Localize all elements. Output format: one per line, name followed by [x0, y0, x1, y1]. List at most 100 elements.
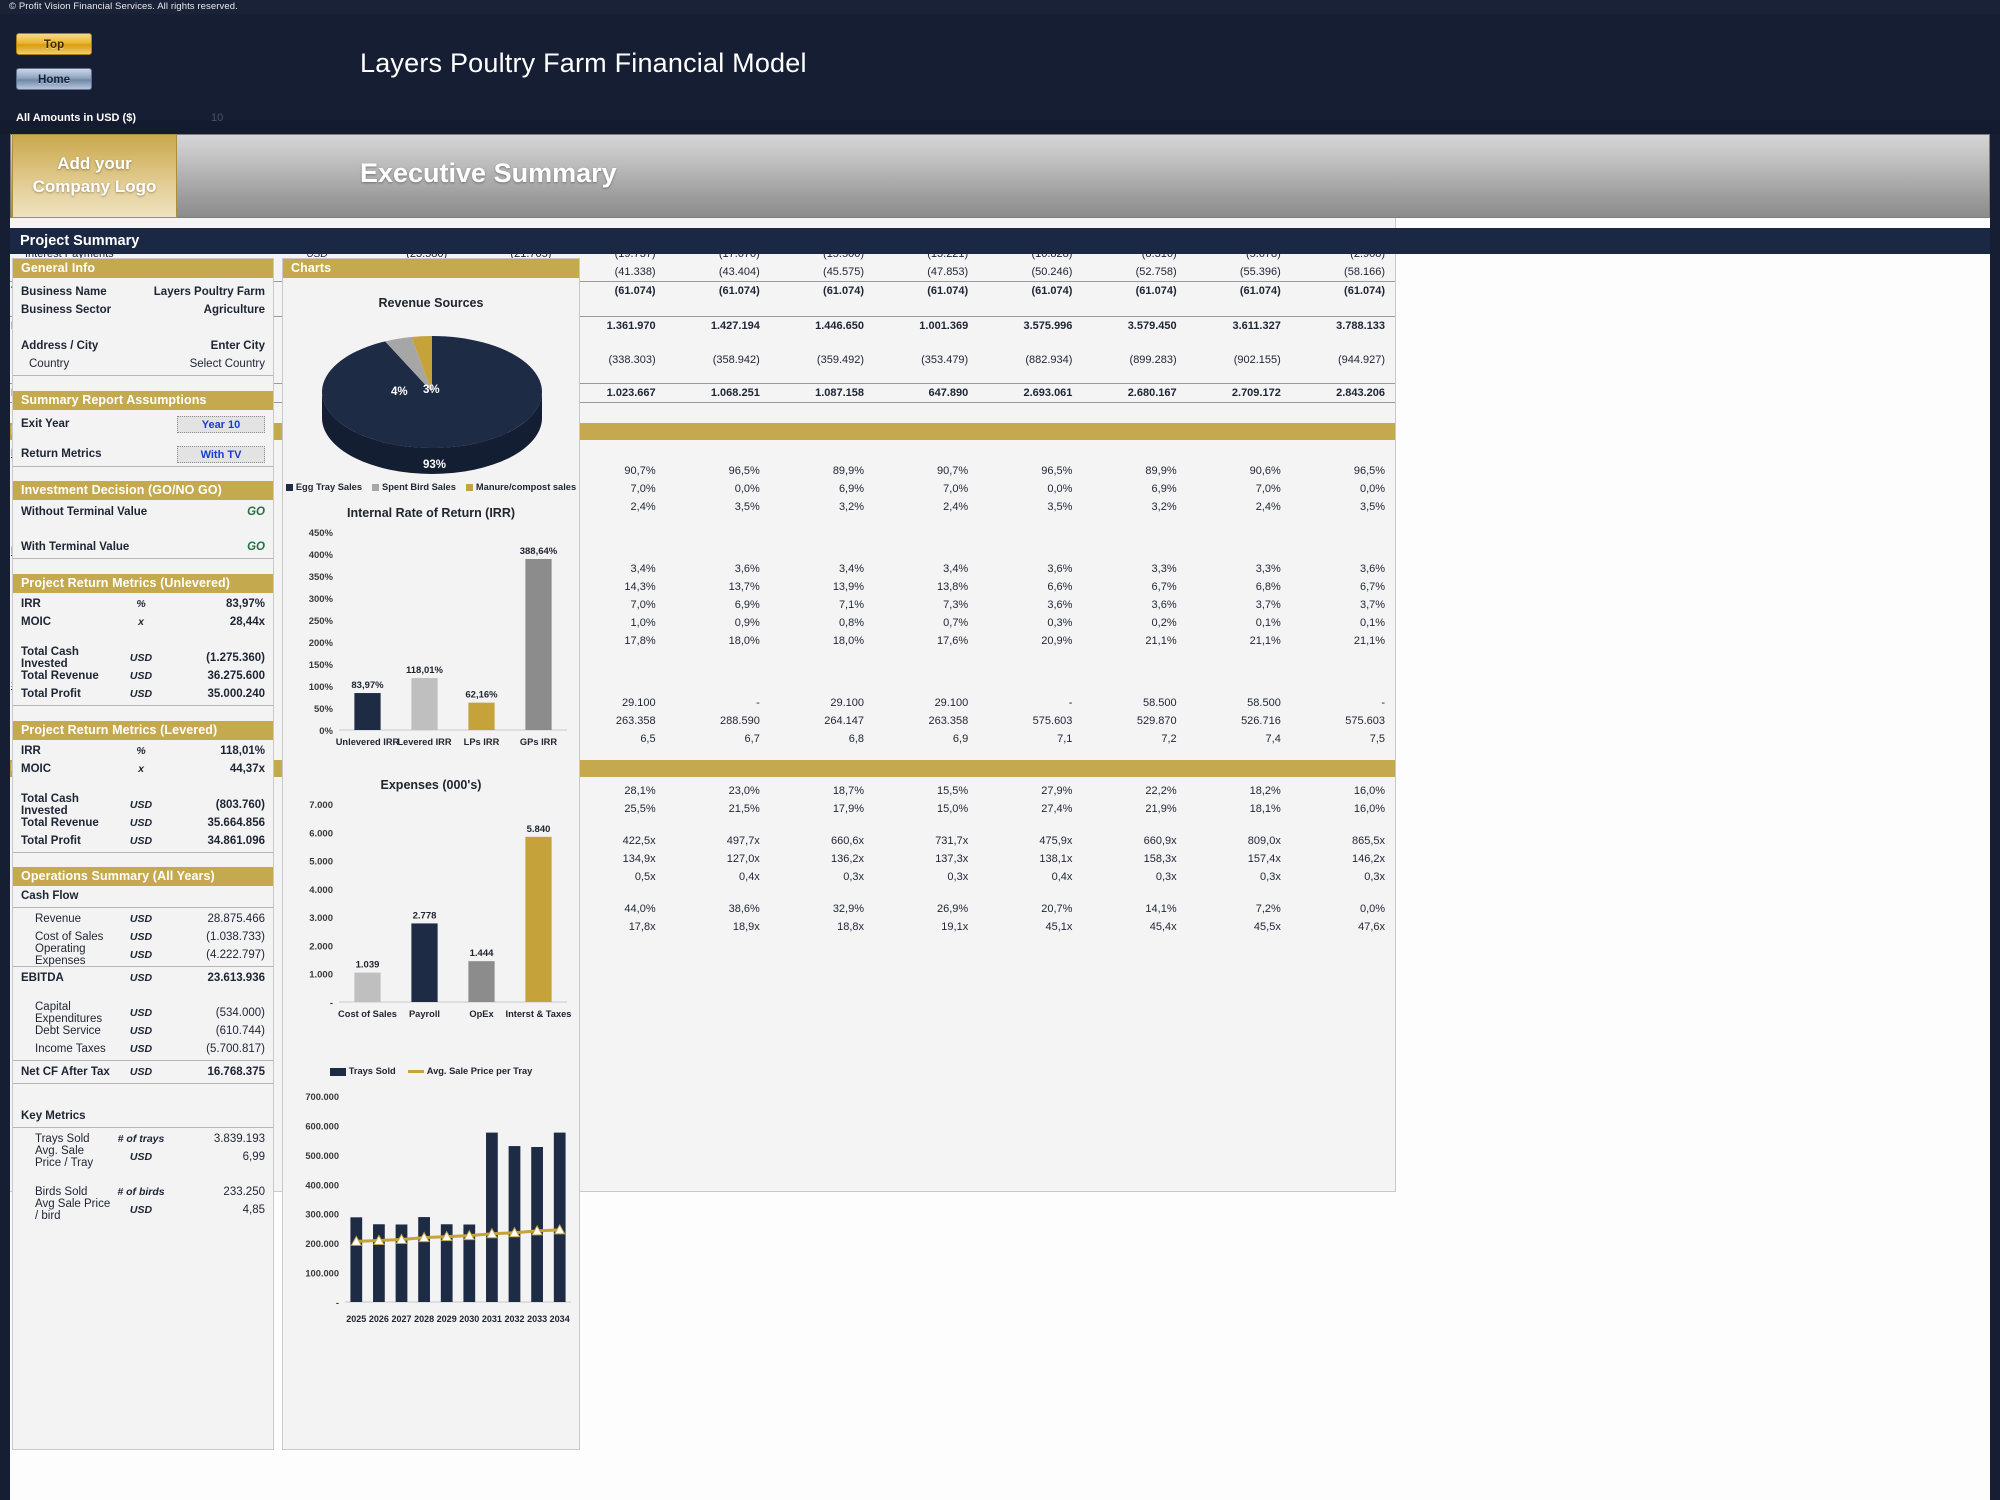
cell-2031: 0,4x: [1051, 871, 1073, 883]
avg-price-per-tray-label: Avg. Sale Price / Tray: [35, 1145, 94, 1169]
cell-2033: 3.611.327: [1232, 320, 1281, 332]
right-rail: [1990, 14, 2000, 1500]
trays-sold-label: Trays Sold: [35, 1133, 90, 1145]
cell-2029: 32,9%: [832, 903, 865, 915]
revenue-sources-legend: Egg Tray Sales Spent Bird Sales Manure/com…: [283, 482, 579, 492]
svg-text:300.000: 300.000: [305, 1210, 339, 1220]
exit-year-select[interactable]: Year 10: [177, 415, 265, 433]
cell-2031: 3.575.996: [1023, 320, 1073, 332]
cell-2033: 7,2%: [1255, 903, 1281, 915]
cell-2032: 660,9x: [1143, 835, 1177, 847]
trays-sold-legend: Trays Sold Avg. Sale Price per Tray: [283, 1066, 579, 1076]
ops-cost-of-sales-unit: USD: [129, 931, 153, 943]
cell-2031: 0,0%: [1047, 483, 1073, 495]
cell-2034: 16,0%: [1353, 785, 1386, 797]
return-metrics-label: Return Metrics: [21, 448, 102, 460]
general-info-row: Country Select Country: [13, 355, 273, 373]
cell-2028: (43.404): [718, 266, 760, 278]
ops-row: Revenue USD 28.875.466: [13, 910, 273, 928]
svg-text:7.000: 7.000: [309, 800, 333, 811]
cell-2029: 0,8%: [838, 617, 865, 629]
return-metrics-select[interactable]: With TV: [177, 445, 265, 463]
with-tv-row: With Terminal Value GO: [13, 538, 273, 556]
cell-2034: 3,7%: [1359, 599, 1386, 611]
cell-2033: 0,3x: [1260, 871, 1281, 883]
header-band: [0, 14, 2000, 134]
birds-sold-label: Birds Sold: [35, 1186, 88, 1198]
svg-text:Cost of Sales: Cost of Sales: [338, 1009, 397, 1019]
cell-2030: 17,6%: [937, 635, 969, 647]
cell-2034: (61.074): [1344, 285, 1386, 297]
avg-price-per-tray-unit: USD: [129, 1151, 153, 1163]
cell-2034: 16,0%: [1353, 803, 1386, 815]
legend-swatch-icon: [285, 484, 293, 492]
ops-income-taxes-value: (5.700.817): [206, 1043, 265, 1055]
cell-2032: 45,4x: [1149, 921, 1177, 933]
svg-text:700.000: 700.000: [305, 1092, 339, 1102]
key-metrics-subheader: Key Metrics: [13, 1106, 273, 1125]
home-button[interactable]: Home: [16, 68, 92, 90]
cell-2034: 865,5x: [1352, 835, 1386, 847]
business-sector-label: Business Sector: [21, 304, 112, 316]
cell-2034: (944.927): [1337, 354, 1386, 366]
divider: [13, 1127, 273, 1128]
copyright-text: © Profit Vision Financial Services. All …: [0, 0, 2000, 14]
cell-2033: 809,0x: [1247, 835, 1281, 847]
charts-panel: Charts Revenue Sources 93% 4% 3% Egg Tray Sa…: [282, 258, 580, 1450]
levered-cash-invested-value: (803.760): [215, 799, 265, 811]
with-terminal-value-label: With Terminal Value: [21, 541, 130, 553]
cell-2028: 6,9%: [734, 599, 760, 611]
company-logo-placeholder[interactable]: Add your Company Logo: [12, 134, 177, 218]
cell-2032: 529.870: [1136, 715, 1177, 727]
cell-2030: 15,5%: [937, 785, 969, 797]
cell-2032: 6,9%: [1151, 483, 1177, 495]
cell-2028: 18,9x: [732, 921, 760, 933]
cell-2033: 2.709.172: [1231, 387, 1281, 399]
cell-2030: 90,7%: [937, 465, 969, 477]
ops-operating-expenses-label: Operating Expenses: [35, 943, 86, 967]
cell-2034: 3,6%: [1359, 563, 1386, 575]
unlevered-cash-invested-value: (1.275.360): [206, 652, 265, 664]
birds-sold-value: 233.250: [223, 1186, 265, 1198]
cell-2034: 3.788.133: [1336, 320, 1386, 332]
ops-ebitda-value: 23.613.936: [207, 972, 265, 984]
svg-text:Interst & Taxes: Interst & Taxes: [506, 1009, 572, 1019]
charts-header: Charts: [283, 259, 579, 278]
divider: [13, 1060, 273, 1061]
svg-text:Levered IRR: Levered IRR: [397, 737, 452, 747]
cell-2032: 0,3x: [1155, 871, 1177, 883]
cell-2031: 3,6%: [1047, 563, 1073, 575]
address-city-label: Address / City: [21, 340, 99, 352]
svg-text:1.444: 1.444: [470, 948, 494, 959]
business-name-value[interactable]: Layers Poultry Farm: [143, 286, 273, 298]
svg-text:2025: 2025: [346, 1314, 366, 1324]
svg-text:150%: 150%: [309, 660, 334, 671]
svg-text:5.840: 5.840: [527, 824, 551, 835]
unlevered-total-profit-value: 35.000.240: [207, 688, 265, 700]
page-title: Layers Poultry Farm Financial Model: [360, 48, 807, 78]
legend-item: Avg. Sale Price per Tray: [407, 1066, 532, 1076]
top-button[interactable]: Top: [16, 33, 92, 55]
unlevered-total-profit-unit: USD: [129, 688, 153, 700]
cell-2028: 0,4x: [739, 871, 760, 883]
svg-text:2027: 2027: [391, 1314, 411, 1324]
country-value[interactable]: Select Country: [143, 358, 273, 370]
cell-2032: 3,3%: [1151, 563, 1177, 575]
cell-2029: (61.074): [823, 285, 865, 297]
ops-debt-service-label: Debt Service: [35, 1025, 101, 1037]
business-sector-value[interactable]: Agriculture: [143, 304, 273, 316]
levered-total-profit-label: Total Profit: [21, 835, 81, 847]
divider: [13, 705, 273, 706]
section-title: Executive Summary: [360, 158, 617, 188]
cell-2032: 3.579.450: [1127, 320, 1177, 332]
svg-text:2.000: 2.000: [309, 941, 333, 952]
address-city-value[interactable]: Enter City: [143, 340, 273, 352]
cell-2030: 7,3%: [943, 599, 969, 611]
cell-2032: 21,1%: [1145, 635, 1177, 647]
cell-2034: 3,5%: [1359, 501, 1386, 513]
cell-2030: 0,7%: [943, 617, 969, 629]
cell-2030: 647.890: [928, 387, 969, 399]
cell-2030: 6,9: [952, 733, 969, 745]
general-info-header: General Info: [13, 259, 273, 278]
cell-2032: 21,9%: [1145, 803, 1177, 815]
